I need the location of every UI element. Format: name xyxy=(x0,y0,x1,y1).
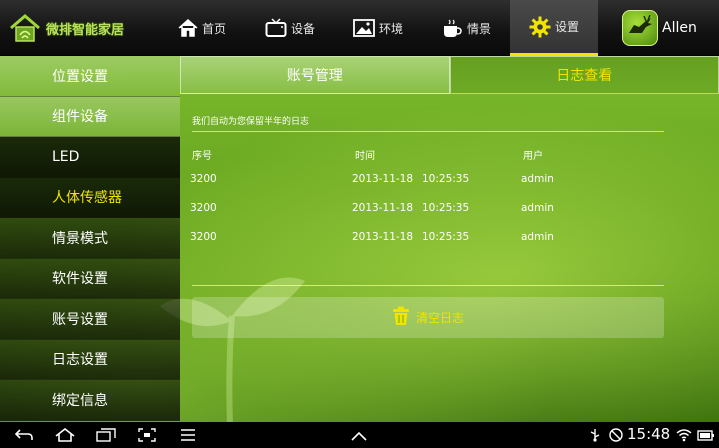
nav-home[interactable]: 首页 xyxy=(158,0,246,56)
nav-devices[interactable]: 设备 xyxy=(246,0,334,56)
sidebar-item-label: LED xyxy=(52,148,80,165)
sidebar-item-label: 情景模式 xyxy=(52,230,108,247)
nav-settings[interactable]: 设置 xyxy=(510,0,598,56)
tv-icon xyxy=(265,18,287,38)
gear-icon xyxy=(529,16,551,38)
sidebar-item-label: 人体传感器 xyxy=(52,190,122,207)
home-button-icon[interactable] xyxy=(54,427,76,446)
sidebar-item-binding-info[interactable]: 绑定信息 xyxy=(0,380,180,421)
cell-seq: 3200 xyxy=(190,173,217,185)
logo-text: 微排智能家居 xyxy=(46,22,125,38)
system-nav-bar: 15:48 xyxy=(0,422,719,448)
sidebar-item-led[interactable]: LED xyxy=(0,137,180,178)
settings-tabs: 账号管理 日志查看 xyxy=(180,56,719,94)
back-icon[interactable] xyxy=(14,427,34,446)
nav-scenes-label: 情景 xyxy=(466,21,491,36)
sidebar-item-account-settings[interactable]: 账号设置 xyxy=(0,299,180,340)
cell-time: 10:25:35 xyxy=(422,202,470,214)
content-area: 位置设置 组件设备 LED 人体传感器 情景模式 软件设置 账号设置 日志设置 … xyxy=(0,56,719,422)
menu-icon[interactable] xyxy=(180,427,196,446)
column-header-time: 时间 xyxy=(355,151,375,162)
deer-avatar-icon xyxy=(626,14,654,41)
cell-date: 2013-11-18 xyxy=(352,173,414,185)
sidebar-item-location[interactable]: 位置设置 xyxy=(0,56,180,97)
system-clock: 15:48 xyxy=(627,425,671,443)
settings-sidebar: 位置设置 组件设备 LED 人体传感器 情景模式 软件设置 账号设置 日志设置 … xyxy=(0,56,180,422)
sidebar-item-label: 软件设置 xyxy=(52,271,108,288)
home-icon xyxy=(178,19,198,37)
sidebar-item-components[interactable]: 组件设备 xyxy=(0,96,180,137)
table-row: 3200 2013-11-18 10:25:35 admin xyxy=(190,202,664,220)
user-profile[interactable]: Allen xyxy=(622,8,714,48)
log-retention-note: 我们自动为您保留半年的日志 xyxy=(192,117,310,127)
main-nav: 首页 设备 环境 情景 设置 xyxy=(158,0,598,56)
nav-environment-label: 环境 xyxy=(378,21,403,36)
cell-user: admin xyxy=(521,173,554,185)
nav-settings-label: 设置 xyxy=(554,20,579,34)
coffee-cup-icon xyxy=(441,18,463,38)
sidebar-item-scene-mode[interactable]: 情景模式 xyxy=(0,218,180,259)
cell-date: 2013-11-18 xyxy=(352,231,414,243)
house-logo-icon xyxy=(8,13,42,43)
avatar xyxy=(622,10,658,46)
app-logo: 微排智能家居 xyxy=(8,10,158,46)
divider xyxy=(192,285,664,286)
top-bar: 微排智能家居 首页 设备 环境 情景 设置 Allen xyxy=(0,0,719,56)
tab-log-view[interactable]: 日志查看 xyxy=(449,56,719,94)
log-panel: 我们自动为您保留半年的日志 序号 时间 用户 3200 2013-11-18 1… xyxy=(190,94,664,414)
trash-bin-icon xyxy=(392,306,410,329)
cell-user: admin xyxy=(521,231,554,243)
battery-icon xyxy=(697,427,715,446)
recent-apps-icon[interactable] xyxy=(96,427,116,446)
tab-label: 账号管理 xyxy=(286,68,343,84)
column-header-user: 用户 xyxy=(523,151,543,162)
no-alarm-icon xyxy=(609,427,623,446)
screenshot-icon[interactable] xyxy=(138,427,156,446)
cell-seq: 3200 xyxy=(190,202,217,214)
sidebar-item-label: 组件设备 xyxy=(52,109,108,126)
cell-time: 10:25:35 xyxy=(422,173,470,185)
table-row: 3200 2013-11-18 10:25:35 admin xyxy=(190,173,664,191)
usb-icon xyxy=(588,427,602,446)
cell-date: 2013-11-18 xyxy=(352,202,414,214)
nav-environment[interactable]: 环境 xyxy=(334,0,422,56)
sidebar-item-label: 账号设置 xyxy=(52,311,108,328)
sidebar-item-label: 位置设置 xyxy=(52,68,108,85)
column-header-seq: 序号 xyxy=(192,151,212,162)
picture-icon xyxy=(353,19,375,37)
user-name: Allen xyxy=(662,20,697,36)
tab-account-management[interactable]: 账号管理 xyxy=(180,56,450,94)
sidebar-item-motion-sensor[interactable]: 人体传感器 xyxy=(0,177,180,218)
cell-seq: 3200 xyxy=(190,231,217,243)
cell-user: admin xyxy=(521,202,554,214)
nav-home-label: 首页 xyxy=(201,21,226,36)
sidebar-item-label: 日志设置 xyxy=(52,352,108,369)
nav-scenes[interactable]: 情景 xyxy=(422,0,510,56)
divider xyxy=(192,131,664,132)
tab-label: 日志查看 xyxy=(556,68,613,84)
sidebar-item-label: 绑定信息 xyxy=(52,392,108,409)
sidebar-item-log-settings[interactable]: 日志设置 xyxy=(0,339,180,380)
table-row: 3200 2013-11-18 10:25:35 admin xyxy=(190,231,664,249)
nav-devices-label: 设备 xyxy=(290,21,315,36)
chevron-up-icon[interactable] xyxy=(350,427,368,446)
cell-time: 10:25:35 xyxy=(422,231,470,243)
clear-log-button[interactable]: 清空日志 xyxy=(192,297,664,338)
sidebar-item-software-settings[interactable]: 软件设置 xyxy=(0,258,180,299)
wifi-icon xyxy=(676,427,692,446)
clear-log-label: 清空日志 xyxy=(415,311,464,325)
